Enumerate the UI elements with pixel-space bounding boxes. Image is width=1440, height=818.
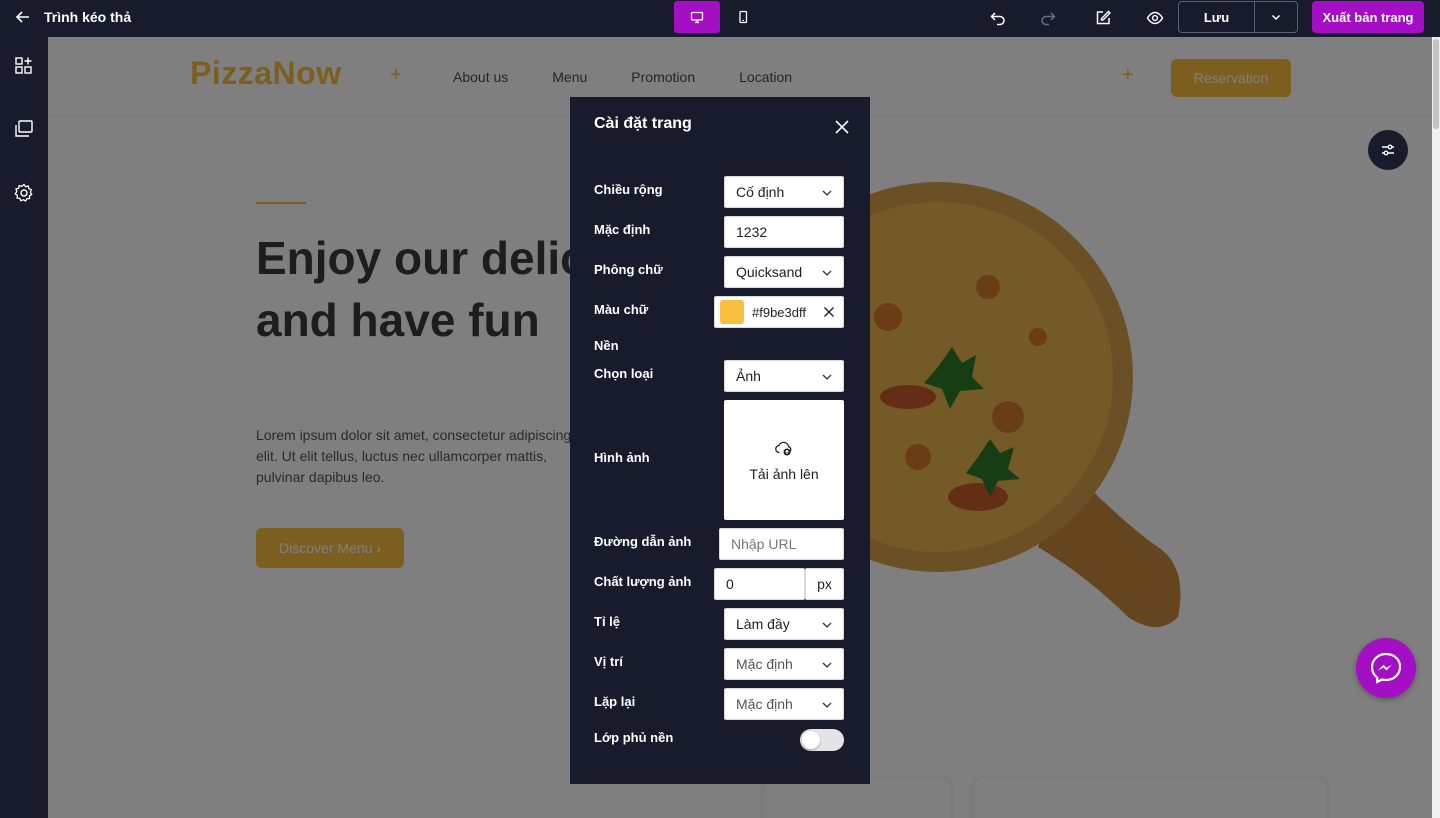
mobile-view-button[interactable]	[720, 1, 766, 33]
chevron-down-icon	[822, 622, 832, 628]
undo-button[interactable]	[988, 8, 1008, 28]
color-swatch[interactable]	[720, 300, 744, 324]
repeat-label: Lặp lại	[594, 694, 636, 709]
width-label: Chiều rộng	[594, 182, 663, 197]
quality-unit: px	[805, 568, 844, 600]
desktop-icon	[690, 11, 704, 24]
chevron-down-icon	[822, 190, 832, 196]
page-settings-button[interactable]	[1368, 130, 1408, 170]
default-width-input[interactable]: 1232	[724, 216, 844, 248]
eye-icon	[1146, 11, 1164, 25]
chevron-down-icon	[822, 374, 832, 380]
app-title: Trình kéo thả	[44, 9, 132, 25]
scrollbar-thumb[interactable]	[1433, 39, 1439, 129]
edit-icon	[1096, 10, 1111, 25]
font-label: Phông chữ	[594, 262, 663, 277]
ratio-value: Làm đầy	[736, 616, 790, 632]
save-button-group: Lưu	[1178, 1, 1298, 33]
repeat-value: Mặc định	[736, 696, 793, 712]
widgets-icon[interactable]	[13, 55, 35, 77]
modal-title: Cài đặt trang	[594, 115, 692, 132]
image-url-input[interactable]: Nhập URL	[719, 528, 844, 560]
background-section-label: Nền	[594, 338, 619, 353]
desktop-view-button[interactable]	[674, 1, 720, 33]
width-select[interactable]: Cố định	[724, 176, 844, 208]
ratio-label: Tỉ lệ	[594, 614, 621, 629]
width-value: Cố định	[736, 184, 785, 200]
chevron-down-icon	[822, 270, 832, 276]
save-button[interactable]: Lưu	[1179, 2, 1255, 32]
image-quality-label: Chất lượng ảnh	[594, 574, 692, 589]
redo-icon	[1041, 12, 1056, 26]
messenger-icon	[1370, 652, 1402, 684]
text-color-picker[interactable]: #f9be3dff	[714, 296, 844, 328]
pages-icon[interactable]	[13, 118, 35, 140]
redo-button[interactable]	[1038, 8, 1058, 28]
undo-icon	[990, 12, 1005, 26]
position-label: Vị trí	[594, 654, 623, 669]
top-bar: Trình kéo thả Lưu Xuất bản trang	[0, 0, 1440, 37]
overlay-label: Lớp phủ nền	[594, 730, 674, 745]
sliders-icon	[1382, 144, 1394, 156]
image-quality-input[interactable]: 0	[714, 568, 805, 600]
messenger-button[interactable]	[1356, 638, 1416, 698]
back-arrow-icon[interactable]	[14, 8, 32, 26]
cloud-upload-icon	[775, 441, 792, 456]
text-color-label: Màu chữ	[594, 302, 649, 317]
edit-button[interactable]	[1093, 8, 1113, 28]
font-value: Quicksand	[736, 264, 803, 280]
toggle-knob	[802, 731, 820, 749]
gear-icon[interactable]	[13, 182, 35, 204]
close-icon[interactable]	[834, 119, 850, 135]
publish-button[interactable]: Xuất bản trang	[1312, 1, 1424, 33]
chevron-down-icon	[822, 662, 832, 668]
upload-label: Tải ảnh lên	[749, 466, 819, 482]
image-upload-area[interactable]: Tải ảnh lên	[724, 400, 844, 520]
save-options-button[interactable]	[1255, 2, 1297, 32]
bg-type-select[interactable]: Ảnh	[724, 360, 844, 392]
bg-type-value: Ảnh	[736, 368, 761, 384]
ratio-select[interactable]: Làm đầy	[724, 608, 844, 640]
chevron-down-icon	[1271, 14, 1281, 21]
mobile-icon	[739, 10, 748, 24]
left-sidebar	[0, 37, 48, 818]
canvas-scrollbar[interactable]	[1432, 37, 1440, 818]
repeat-select[interactable]: Mặc định	[724, 688, 844, 720]
preview-button[interactable]	[1145, 8, 1165, 28]
image-url-label: Đường dẫn ảnh	[594, 534, 692, 549]
position-select[interactable]: Mặc định	[724, 648, 844, 680]
font-select[interactable]: Quicksand	[724, 256, 844, 288]
page-settings-modal: Cài đặt trang Chiều rộng Cố định Mặc địn…	[570, 97, 870, 784]
image-label: Hình ảnh	[594, 450, 650, 465]
chevron-down-icon	[822, 702, 832, 708]
position-value: Mặc định	[736, 656, 793, 672]
bg-type-label: Chọn loại	[594, 366, 654, 381]
color-hex-value: #f9be3dff	[752, 304, 806, 320]
clear-icon[interactable]	[823, 306, 835, 318]
overlay-toggle[interactable]	[800, 729, 844, 751]
default-width-label: Mặc định	[594, 222, 651, 237]
